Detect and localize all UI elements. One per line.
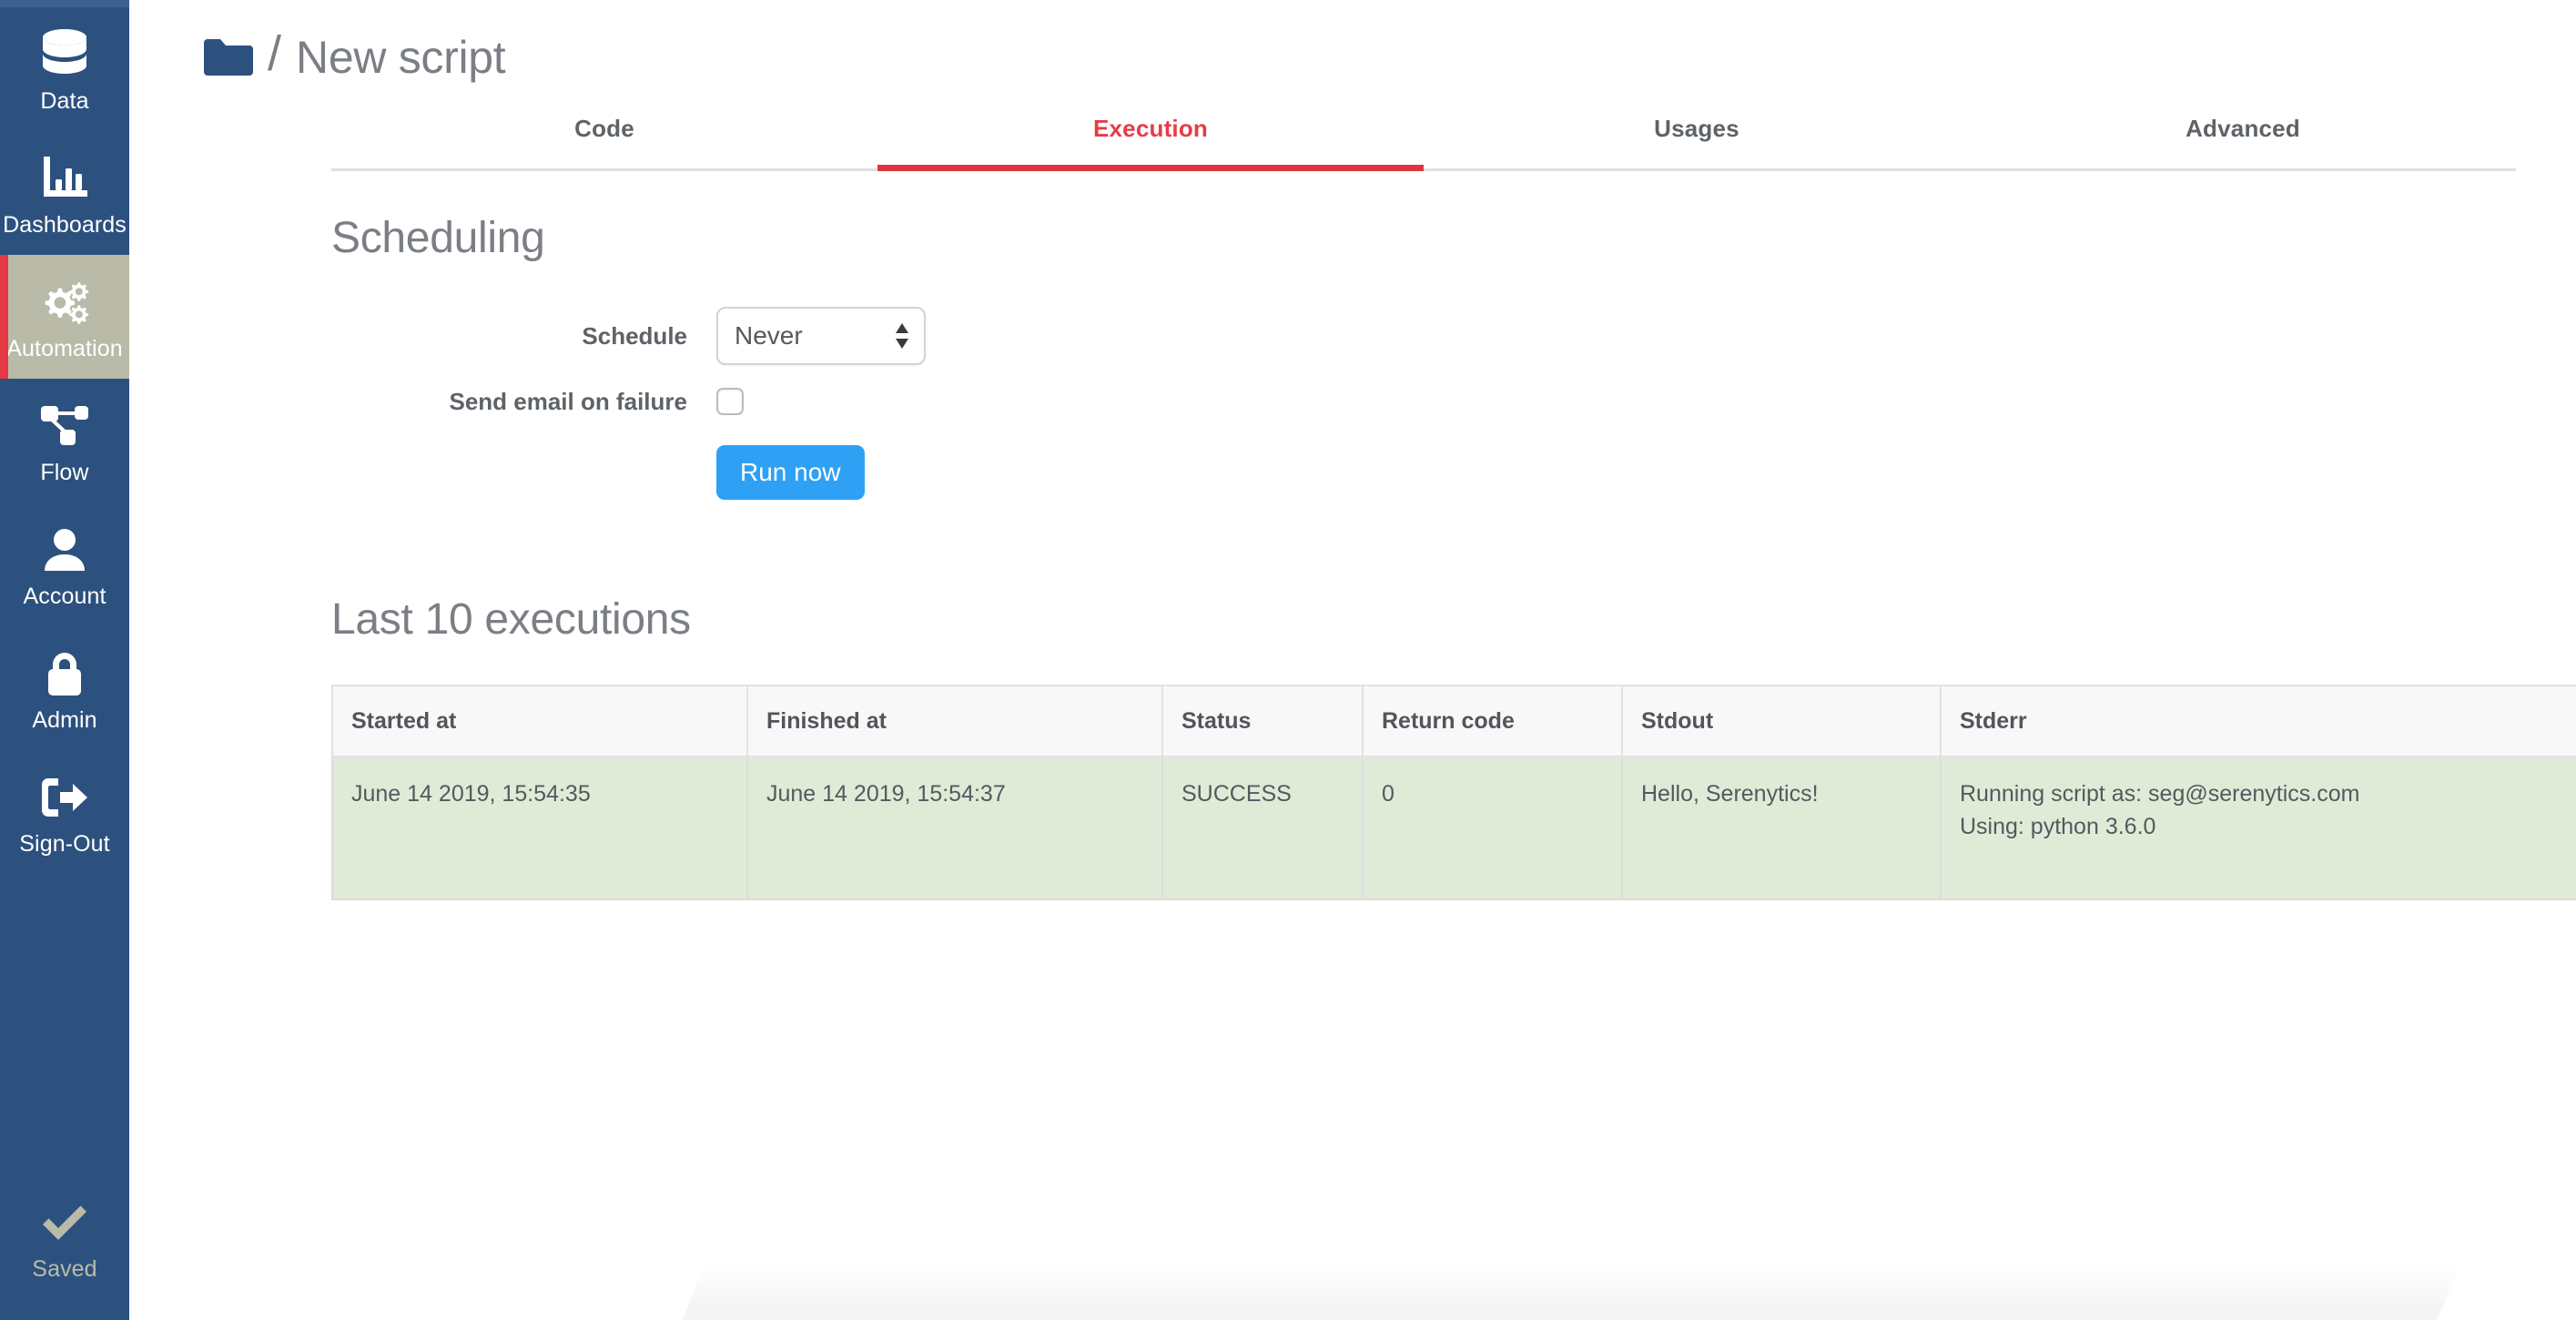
sidebar-item-account[interactable]: Account bbox=[0, 503, 129, 626]
cell-finished-at: June 14 2019, 15:54:37 bbox=[746, 756, 1163, 900]
scheduling-heading: Scheduling bbox=[331, 214, 545, 262]
schedule-control: Never bbox=[716, 307, 926, 365]
email-failure-control bbox=[716, 388, 744, 415]
stderr-line: Using: python 3.6.0 bbox=[1960, 814, 2156, 840]
save-status-label: Saved bbox=[32, 1256, 97, 1282]
email-failure-label: Send email on failure bbox=[449, 387, 687, 415]
lock-icon bbox=[42, 645, 87, 702]
sign-out-icon bbox=[38, 769, 91, 826]
breadcrumb-separator: / bbox=[268, 26, 282, 81]
sidebar-item-label: Dashboards bbox=[3, 211, 127, 238]
tab-usages[interactable]: Usages bbox=[1424, 109, 1970, 171]
executions-table-head: Started at Finished at Status Return cod… bbox=[331, 685, 2576, 757]
gears-icon bbox=[36, 274, 93, 330]
sidebar-top-strip bbox=[0, 0, 129, 7]
sidebar-item-dashboards[interactable]: Dashboards bbox=[0, 131, 129, 255]
cell-status: SUCCESS bbox=[1161, 756, 1364, 900]
send-email-on-failure-checkbox[interactable] bbox=[716, 388, 744, 415]
run-now-button[interactable]: Run now bbox=[716, 445, 865, 500]
schedule-row: Schedule Never bbox=[129, 303, 2576, 369]
page-bottom-shade bbox=[682, 1264, 2460, 1320]
column-header-stdout[interactable]: Stdout bbox=[1621, 685, 1942, 757]
tab-advanced[interactable]: Advanced bbox=[1970, 109, 2516, 171]
database-icon bbox=[39, 26, 90, 83]
table-header-row: Started at Finished at Status Return cod… bbox=[331, 685, 2576, 757]
sidebar-item-label: Automation bbox=[6, 335, 123, 361]
schedule-label: Schedule bbox=[582, 321, 687, 350]
breadcrumb: / New script bbox=[129, 0, 2576, 87]
run-now-row: Run now bbox=[129, 434, 2576, 513]
column-header-started-at[interactable]: Started at bbox=[331, 685, 748, 757]
column-header-finished-at[interactable]: Finished at bbox=[746, 685, 1163, 757]
sidebar-item-label: Sign-Out bbox=[19, 830, 110, 857]
tab-code[interactable]: Code bbox=[331, 109, 877, 171]
sidebar-item-data[interactable]: Data bbox=[0, 7, 129, 131]
stderr-line: Running script as: seg@serenytics.com bbox=[1960, 781, 2360, 807]
executions-table-body: June 14 2019, 15:54:35 June 14 2019, 15:… bbox=[331, 756, 2576, 900]
folder-icon[interactable] bbox=[202, 37, 253, 77]
email-failure-row: Send email on failure bbox=[129, 369, 2576, 434]
user-icon bbox=[40, 522, 89, 578]
sidebar-item-flow[interactable]: Flow bbox=[0, 379, 129, 503]
app-root: Data Dashboards Automation Flow Account … bbox=[0, 0, 2576, 1320]
cell-stdout: Hello, Serenytics! bbox=[1621, 756, 1942, 900]
tab-bar: Code Execution Usages Advanced bbox=[331, 109, 2516, 171]
main-content: / New script Code Execution Usages Advan… bbox=[129, 0, 2576, 1320]
cell-stderr: Running script as: seg@serenytics.com Us… bbox=[1940, 756, 2576, 900]
page-title: New script bbox=[296, 32, 506, 83]
sidebar-item-label: Account bbox=[23, 583, 106, 609]
sidebar-item-automation[interactable]: Automation bbox=[0, 255, 129, 379]
sidebar-item-label: Data bbox=[40, 87, 89, 114]
cell-started-at: June 14 2019, 15:54:35 bbox=[331, 756, 748, 900]
sidebar-item-label: Admin bbox=[32, 706, 97, 733]
save-status-indicator: Saved bbox=[0, 1183, 129, 1320]
sidebar-item-sign-out[interactable]: Sign-Out bbox=[0, 750, 129, 874]
column-header-return-code[interactable]: Return code bbox=[1362, 685, 1623, 757]
column-header-status[interactable]: Status bbox=[1161, 685, 1364, 757]
cell-return-code: 0 bbox=[1362, 756, 1623, 900]
table-row[interactable]: June 14 2019, 15:54:35 June 14 2019, 15:… bbox=[331, 756, 2576, 900]
sidebar: Data Dashboards Automation Flow Account … bbox=[0, 0, 129, 1320]
sidebar-item-admin[interactable]: Admin bbox=[0, 626, 129, 750]
executions-heading: Last 10 executions bbox=[331, 595, 691, 644]
schedule-select-wrapper: Never bbox=[716, 307, 926, 365]
column-header-stderr[interactable]: Stderr bbox=[1940, 685, 2576, 757]
bar-chart-icon bbox=[38, 150, 91, 207]
executions-table: Started at Finished at Status Return cod… bbox=[331, 685, 2576, 900]
schedule-select[interactable]: Never bbox=[716, 307, 926, 365]
flow-icon bbox=[38, 398, 91, 454]
tab-execution[interactable]: Execution bbox=[877, 109, 1424, 171]
check-icon bbox=[39, 1203, 90, 1249]
sidebar-item-label: Flow bbox=[40, 459, 89, 485]
scheduling-form: Schedule Never Send email on failure Run… bbox=[129, 303, 2576, 513]
run-now-control: Run now bbox=[716, 445, 865, 500]
